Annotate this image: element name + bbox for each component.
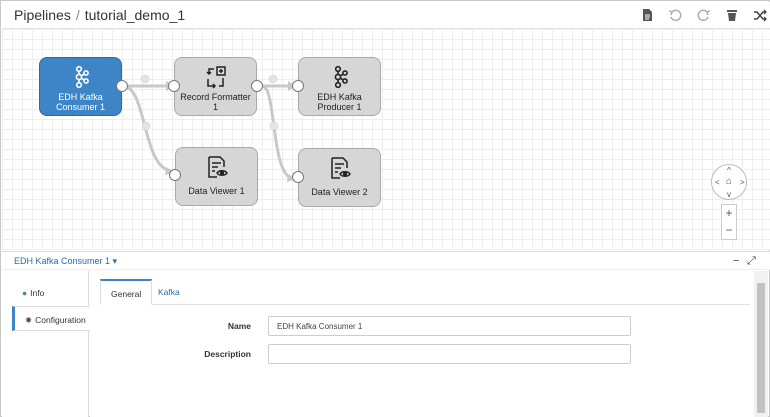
node-label: Record Formatter 1 (180, 92, 251, 112)
scrollbar[interactable] (754, 271, 768, 417)
input-port[interactable] (169, 169, 181, 181)
info-icon: ● (22, 288, 28, 298)
node-data-viewer-1[interactable]: Data Viewer 1 (175, 147, 258, 206)
app-frame: Pipelines / tutorial_demo_1 EDH Kafka Co… (0, 0, 770, 417)
shuffle-icon[interactable] (753, 8, 767, 22)
config-tabs: General Kafka (100, 279, 750, 305)
link-formatter-viewer2 (261, 84, 295, 181)
kafka-icon (75, 65, 89, 89)
pan-down-icon[interactable]: v (727, 191, 731, 199)
config-panel-header: EDH Kafka Consumer 1 ▾ − ⤢ (2, 251, 770, 270)
breadcrumb: Pipelines / tutorial_demo_1 (14, 7, 185, 23)
kafka-icon (334, 65, 348, 89)
tab-kafka[interactable]: Kafka (148, 279, 190, 305)
node-data-viewer-2[interactable]: Data Viewer 2 (298, 148, 381, 207)
scrollbar-thumb[interactable] (757, 283, 765, 413)
gear-icon: ✹ (25, 315, 33, 325)
node-label: EDH Kafka Producer 1 (317, 92, 362, 112)
description-label: Description (204, 349, 251, 359)
side-item-label: Info (30, 288, 45, 298)
node-label: Data Viewer 2 (311, 187, 368, 197)
expand-icon[interactable]: ⤢ (747, 255, 756, 268)
input-port[interactable] (292, 80, 304, 92)
pipeline-title: tutorial_demo_1 (84, 7, 186, 23)
delete-icon[interactable] (725, 8, 739, 22)
viewer-icon (330, 157, 351, 179)
node-kafka-producer[interactable]: EDH Kafka Producer 1 (298, 57, 381, 116)
file-icon[interactable] (640, 8, 654, 22)
input-port[interactable] (292, 171, 304, 183)
description-field[interactable] (268, 344, 631, 364)
redo-icon[interactable] (697, 8, 711, 22)
header-bar: Pipelines / tutorial_demo_1 (2, 2, 770, 29)
side-item-info[interactable]: ● Info (12, 280, 90, 305)
node-record-formatter[interactable]: Record Formatter 1 (174, 57, 257, 116)
breadcrumb-pipelines-link[interactable]: Pipelines (14, 7, 71, 23)
minimize-icon[interactable]: − (733, 255, 739, 267)
zoom-control: + − (721, 204, 737, 240)
home-icon[interactable]: ⌂ (726, 177, 732, 187)
pipeline-canvas[interactable]: EDH Kafka Consumer 1 Record Formatter 1 (2, 29, 770, 250)
name-field[interactable] (268, 316, 631, 336)
config-content: General Kafka Name Description (90, 271, 754, 417)
formatter-icon (205, 66, 226, 89)
output-port[interactable] (251, 80, 263, 92)
viewer-icon (207, 156, 228, 178)
pan-left-icon[interactable]: < (715, 179, 720, 187)
side-item-label: Configuration (35, 315, 86, 325)
side-item-configuration[interactable]: ✹ Configuration (12, 306, 90, 331)
pan-control[interactable]: ^ v < > ⌂ (711, 164, 747, 200)
breadcrumb-separator: / (75, 7, 80, 23)
node-kafka-consumer[interactable]: EDH Kafka Consumer 1 (39, 57, 122, 116)
link-badge-icon (140, 74, 150, 84)
name-label: Name (227, 321, 251, 331)
zoom-out-button[interactable]: − (722, 222, 736, 239)
input-port[interactable] (168, 80, 180, 92)
tab-general[interactable]: General (100, 279, 153, 305)
config-side-nav: ● Info ✹ Configuration (2, 271, 90, 417)
stage-selector[interactable]: EDH Kafka Consumer 1 ▾ (14, 256, 117, 267)
pan-up-icon[interactable]: ^ (727, 167, 731, 175)
undo-icon[interactable] (668, 8, 682, 22)
zoom-in-button[interactable]: + (722, 205, 736, 222)
output-port[interactable] (116, 80, 128, 92)
node-label: EDH Kafka Consumer 1 (55, 92, 106, 112)
pan-right-icon[interactable]: > (740, 179, 745, 187)
link-badge-icon (268, 74, 278, 84)
link-badge-icon (269, 121, 279, 131)
link-badge-icon (141, 121, 151, 131)
node-label: Data Viewer 1 (188, 186, 245, 196)
